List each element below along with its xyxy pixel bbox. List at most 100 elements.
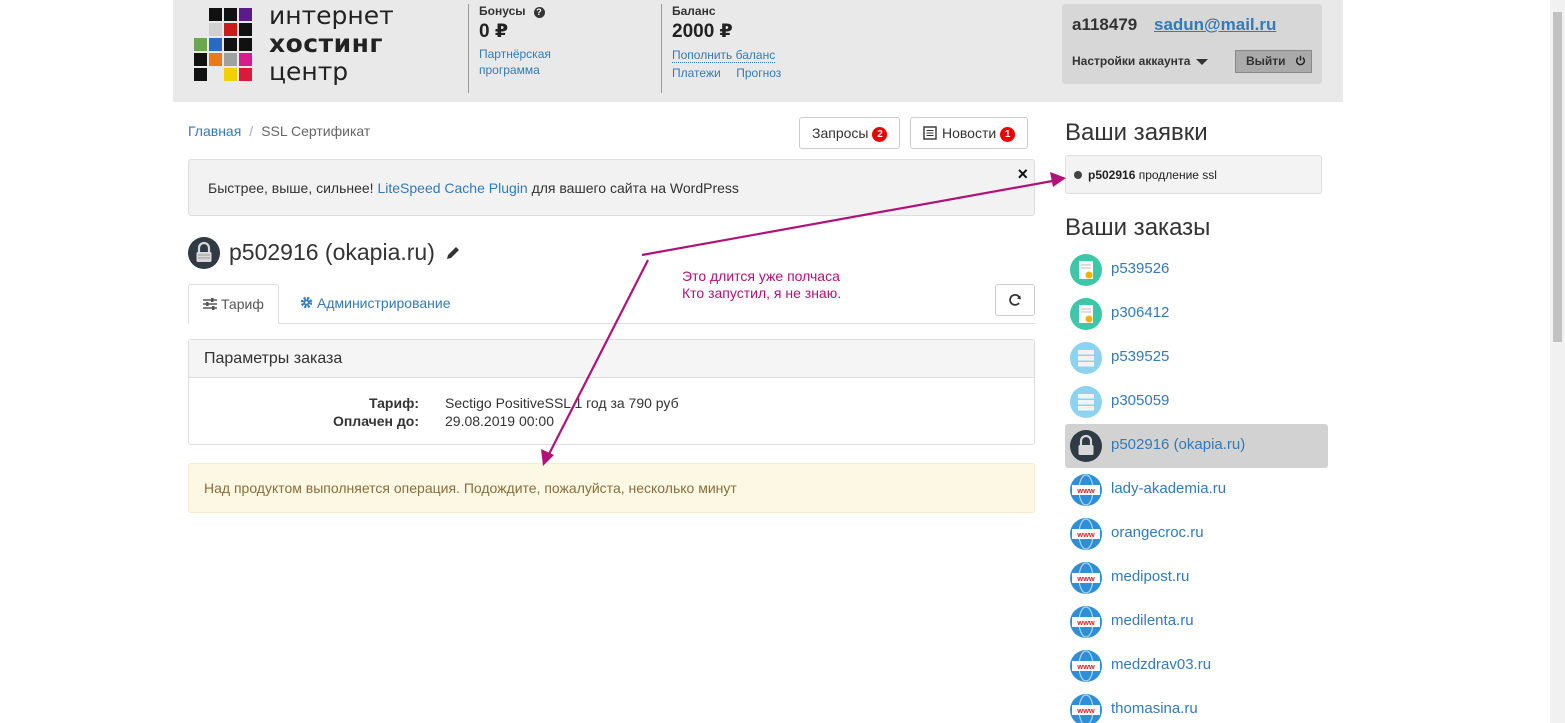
annotation-line-2: Кто запустил, я не знаю. [682, 285, 842, 301]
order-label[interactable]: medipost.ru [1111, 568, 1189, 585]
www-globe-icon: www [1070, 650, 1102, 682]
order-item[interactable]: p305059 [1065, 380, 1328, 424]
tariff-value: Sectigo PositiveSSL 1 год за 790 руб [445, 395, 679, 411]
order-tabs: Тариф Администрирование [188, 284, 1035, 324]
news-label: Новости [942, 125, 997, 141]
order-label[interactable]: lady-akademia.ru [1111, 480, 1226, 497]
tab-tariff[interactable]: Тариф [188, 284, 279, 324]
account-login: a118479 [1072, 15, 1138, 34]
order-label[interactable]: p502916 (okapia.ru) [1111, 436, 1245, 453]
order-label[interactable]: p539525 [1111, 348, 1169, 365]
order-item[interactable]: www medilenta.ru [1065, 600, 1328, 644]
page-title-label: p502916 (okapia.ru) [229, 239, 435, 265]
order-label[interactable]: medzdrav03.ru [1111, 656, 1211, 673]
account-panel: a118479 sadun@mail.ru Настройки аккаунта… [1062, 4, 1322, 84]
order-item[interactable]: p539526 [1065, 248, 1328, 292]
order-item[interactable]: www medzdrav03.ru [1065, 644, 1328, 688]
power-icon [1295, 55, 1305, 66]
requests-heading: Ваши заявки [1065, 119, 1208, 146]
partner-link[interactable]: Партнёрская программа [479, 47, 551, 77]
order-label[interactable]: orangecroc.ru [1111, 524, 1204, 541]
gear-icon [300, 296, 313, 309]
tab-admin-label: Администрирование [317, 295, 451, 311]
logo-line-2: хостинг [269, 29, 383, 58]
forecast-link[interactable]: Прогноз [736, 66, 781, 80]
account-email-link[interactable]: sadun@mail.ru [1154, 15, 1276, 35]
order-item[interactable]: p539525 [1065, 336, 1328, 380]
server-icon [1070, 386, 1102, 418]
close-icon[interactable]: × [1017, 164, 1028, 185]
payments-link[interactable]: Платежи [672, 66, 721, 80]
tab-tariff-label: Тариф [221, 296, 264, 312]
paid-until-value: 29.08.2019 00:00 [445, 413, 554, 429]
www-globe-icon: www [1070, 606, 1102, 638]
svg-text:www: www [1076, 486, 1095, 495]
pencil-icon[interactable] [445, 245, 461, 261]
news-count-badge: 1 [1000, 127, 1016, 142]
order-item[interactable]: www thomasina.ru [1065, 688, 1328, 723]
bonus-title: Бонусы [479, 4, 526, 18]
www-globe-icon: www [1070, 518, 1102, 550]
caret-down-icon [1196, 58, 1209, 65]
partner-link-line1: Партнёрская [479, 47, 551, 61]
annotation-note: Это длится уже полчаса Кто запустил, я н… [682, 268, 841, 302]
sliders-icon [203, 298, 217, 310]
www-globe-icon: www [1070, 562, 1102, 594]
orders-list: p539526 p306412 p539525 p305059 p502916 (oka… [1065, 248, 1328, 723]
bonus-block: Бонусы? 0 ₽ Партнёрская программа [468, 4, 551, 93]
tariff-label: Тариф: [368, 395, 419, 411]
server-icon [1070, 342, 1102, 374]
scrollbar-thumb[interactable] [1553, 12, 1562, 342]
order-item[interactable]: www medipost.ru [1065, 556, 1328, 600]
lock-icon [1070, 430, 1102, 462]
order-label[interactable]: p306412 [1111, 304, 1169, 321]
order-params-panel: Параметры заказа Тариф: Sectigo Positive… [188, 339, 1035, 445]
promo-link[interactable]: LiteSpeed Cache Plugin [377, 180, 527, 196]
logout-label: Выйти [1246, 54, 1286, 68]
breadcrumb-separator: / [249, 123, 254, 139]
page-title-text: p502916 (okapia.ru) [229, 239, 461, 266]
news-button[interactable]: Новости 1 [910, 117, 1029, 149]
svg-text:www: www [1076, 662, 1095, 671]
scrollbar[interactable] [1550, 0, 1565, 723]
partner-link-line2: программа [479, 63, 540, 77]
promo-alert: Быстрее, выше, сильнее! LiteSpeed Cache … [188, 159, 1035, 216]
order-label[interactable]: p305059 [1111, 392, 1169, 409]
lock-icon [188, 237, 220, 269]
topup-link[interactable]: Пополнить баланс [672, 48, 776, 63]
order-item[interactable]: p502916 (okapia.ru) [1065, 424, 1328, 468]
logo-icon[interactable] [193, 8, 253, 84]
question-icon[interactable]: ? [533, 7, 545, 18]
svg-text:www: www [1076, 618, 1095, 627]
logo-line-3: центр [269, 57, 349, 86]
breadcrumb: Главная / SSL Сертификат [188, 123, 370, 139]
svg-text:www: www [1076, 706, 1095, 715]
balance-title: Баланс [672, 4, 716, 18]
order-item[interactable]: www lady-akademia.ru [1065, 468, 1328, 512]
order-params-title: Параметры заказа [189, 340, 1034, 378]
logout-button[interactable]: Выйти [1235, 50, 1312, 73]
order-label[interactable]: p539526 [1111, 260, 1169, 277]
www-globe-icon: www [1070, 474, 1102, 506]
order-label[interactable]: medilenta.ru [1111, 612, 1194, 629]
requests-button[interactable]: Запросы 2 [799, 117, 901, 149]
account-settings-dropdown[interactable]: Настройки аккаунта [1072, 54, 1209, 68]
logo-line-1: интернет [269, 1, 394, 30]
operation-warning: Над продуктом выполняется операция. Подо… [188, 463, 1035, 513]
refresh-icon [1009, 294, 1021, 306]
newspaper-icon [923, 126, 937, 140]
order-item[interactable]: p306412 [1065, 292, 1328, 336]
order-item[interactable]: www orangecroc.ru [1065, 512, 1328, 556]
paid-until-label: Оплачен до: [332, 413, 419, 429]
order-label[interactable]: thomasina.ru [1111, 700, 1198, 717]
arrow-head-request [1050, 172, 1066, 187]
breadcrumb-current: SSL Сертификат [261, 123, 371, 139]
annotation-line-1: Это длится уже полчаса [682, 268, 840, 284]
promo-text-after: для вашего сайта на WordPress [527, 180, 739, 196]
request-item[interactable]: p502916 продление ssl [1065, 155, 1322, 194]
refresh-button[interactable] [995, 284, 1035, 316]
logo-text: интернет хостинг центр [269, 2, 394, 86]
tab-admin[interactable]: Администрирование [286, 284, 465, 324]
breadcrumb-home-link[interactable]: Главная [188, 123, 241, 139]
orders-heading: Ваши заказы [1065, 214, 1211, 241]
